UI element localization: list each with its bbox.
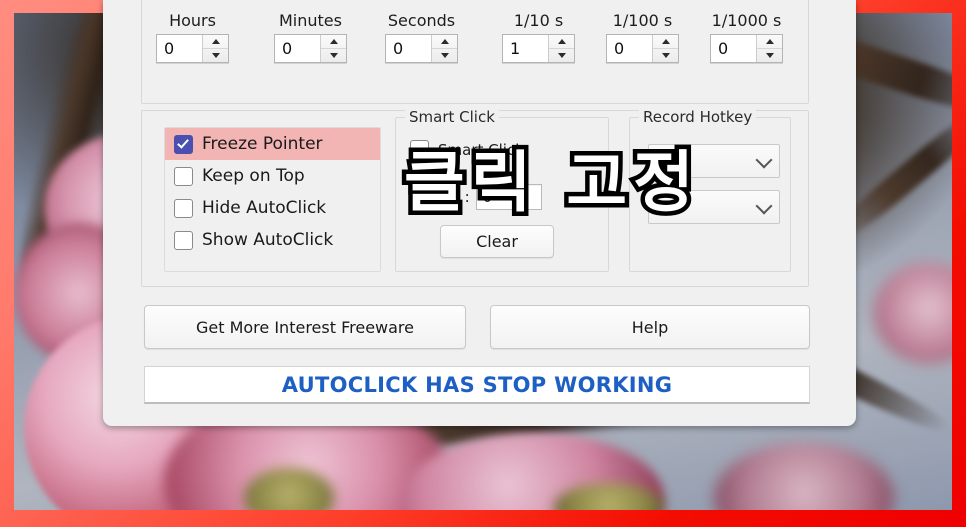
hotkey-key-value: F4 <box>657 197 677 217</box>
interval-label-thousandth: 1/1000 s <box>711 11 782 30</box>
smart-click-checkbox-row[interactable]: Smart Click <box>410 140 524 159</box>
spinner-buttons-tenth[interactable] <box>548 35 574 62</box>
spinner-up-seconds[interactable] <box>432 35 457 49</box>
checkbox-label-hide-autoclick: Hide AutoClick <box>202 198 327 218</box>
checkbox-row-freeze-pointer[interactable]: Freeze Pointer <box>165 128 380 160</box>
spinner-buttons-hours[interactable] <box>202 35 228 62</box>
hotkey-key-dropdown[interactable]: F4 <box>648 190 780 224</box>
interval-label-tenth: 1/10 s <box>513 11 564 30</box>
checkbox-label-show-autoclick: Show AutoClick <box>202 230 334 250</box>
checkbox-icon[interactable] <box>174 230 193 250</box>
smart-click-record-row: Record : 0 <box>408 184 542 210</box>
record-label: Record : <box>408 188 470 206</box>
spinner-hundredth[interactable]: 0 <box>606 34 679 63</box>
interval-label-hours: Hours <box>169 11 216 30</box>
checkbox-icon[interactable] <box>410 140 429 159</box>
triangle-down-icon <box>557 53 566 58</box>
click-interval-group: Click Interval Hours 0 Minutes 0 <box>141 0 809 104</box>
record-hotkey-group: Record Hotkey None F4 <box>629 108 791 272</box>
hotkey-modifier-dropdown[interactable]: None <box>648 144 780 178</box>
spinner-value-tenth[interactable]: 1 <box>503 35 548 62</box>
spinner-tenth[interactable]: 1 <box>502 34 575 63</box>
spinner-up-thousandth[interactable] <box>757 35 782 49</box>
spinner-buttons-hundredth[interactable] <box>652 35 678 62</box>
spinner-value-minutes[interactable]: 0 <box>275 35 320 62</box>
spinner-up-tenth[interactable] <box>549 35 574 49</box>
triangle-down-icon <box>765 53 774 58</box>
spinner-up-minutes[interactable] <box>321 35 346 49</box>
spinner-thousandth[interactable]: 0 <box>710 34 783 63</box>
spinner-minutes[interactable]: 0 <box>274 34 347 63</box>
interval-label-seconds: Seconds <box>387 11 456 30</box>
interval-field-thousandth: 1/1000 s 0 <box>710 11 783 63</box>
spinner-down-seconds[interactable] <box>432 49 457 62</box>
help-button[interactable]: Help <box>490 305 810 349</box>
spinner-up-hours[interactable] <box>203 35 228 49</box>
triangle-down-icon <box>661 53 670 58</box>
checkbox-label-keep-on-top: Keep on Top <box>202 166 305 186</box>
options-panel: Freeze Pointer Keep on Top Hide AutoClic… <box>141 108 809 287</box>
triangle-up-icon <box>765 39 774 44</box>
get-more-freeware-button[interactable]: Get More Interest Freeware <box>144 305 466 349</box>
record-count-input[interactable]: 0 <box>475 184 542 210</box>
spinner-value-seconds[interactable]: 0 <box>386 35 431 62</box>
checkbox-row-hide-autoclick[interactable]: Hide AutoClick <box>165 192 380 224</box>
triangle-down-icon <box>329 53 338 58</box>
chevron-down-icon <box>755 151 773 169</box>
click-interval-group-label: Click Interval <box>151 0 257 1</box>
interval-field-hundredth: 1/100 s 0 <box>606 11 679 63</box>
interval-field-minutes: Minutes 0 <box>274 11 347 63</box>
interval-field-hours: Hours 0 <box>156 11 229 63</box>
triangle-down-icon <box>440 53 449 58</box>
checkbox-icon[interactable] <box>174 198 193 218</box>
chevron-down-icon <box>755 197 773 215</box>
interval-field-tenth: 1/10 s 1 <box>502 11 575 63</box>
spinner-buttons-thousandth[interactable] <box>756 35 782 62</box>
checkbox-icon[interactable] <box>174 166 193 186</box>
spinner-seconds[interactable]: 0 <box>385 34 458 63</box>
spinner-value-hours[interactable]: 0 <box>157 35 202 62</box>
checkbox-row-keep-on-top[interactable]: Keep on Top <box>165 160 380 192</box>
spinner-down-minutes[interactable] <box>321 49 346 62</box>
spinner-down-hundredth[interactable] <box>653 49 678 62</box>
status-bar: AUTOCLICK HAS STOP WORKING <box>144 366 810 404</box>
triangle-up-icon <box>440 39 449 44</box>
smart-click-group: Smart Click Smart Click Record : 0 Clear <box>395 108 609 272</box>
record-hotkey-group-label: Record Hotkey <box>639 108 757 126</box>
triangle-up-icon <box>557 39 566 44</box>
interval-label-minutes: Minutes <box>279 11 342 30</box>
spinner-down-thousandth[interactable] <box>757 49 782 62</box>
spinner-up-hundredth[interactable] <box>653 35 678 49</box>
screenshot-root: Click Interval Hours 0 Minutes 0 <box>0 0 966 527</box>
interval-label-hundredth: 1/100 s <box>612 11 673 30</box>
spinner-value-hundredth[interactable]: 0 <box>607 35 652 62</box>
checkbox-label-freeze-pointer: Freeze Pointer <box>202 134 323 154</box>
spinner-buttons-minutes[interactable] <box>320 35 346 62</box>
clear-button[interactable]: Clear <box>440 225 554 258</box>
display-options-group: Freeze Pointer Keep on Top Hide AutoClic… <box>164 127 381 272</box>
autoclick-dialog: Click Interval Hours 0 Minutes 0 <box>103 0 856 426</box>
smart-click-checkbox-label: Smart Click <box>438 140 524 159</box>
interval-field-seconds: Seconds 0 <box>385 11 458 63</box>
spinner-value-thousandth[interactable]: 0 <box>711 35 756 62</box>
checkbox-row-show-autoclick[interactable]: Show AutoClick <box>165 224 380 256</box>
smart-click-group-label: Smart Click <box>405 108 499 126</box>
spinner-down-tenth[interactable] <box>549 49 574 62</box>
triangle-up-icon <box>211 39 220 44</box>
triangle-down-icon <box>211 53 220 58</box>
spinner-down-hours[interactable] <box>203 49 228 62</box>
triangle-up-icon <box>329 39 338 44</box>
spinner-hours[interactable]: 0 <box>156 34 229 63</box>
spinner-buttons-seconds[interactable] <box>431 35 457 62</box>
check-icon[interactable] <box>174 134 193 154</box>
triangle-up-icon <box>661 39 670 44</box>
